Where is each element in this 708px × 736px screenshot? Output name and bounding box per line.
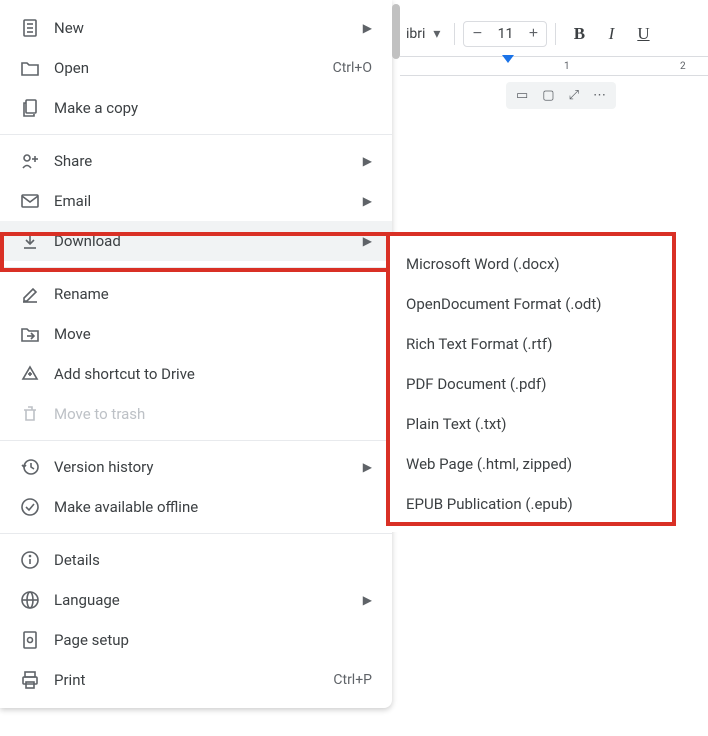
download-html[interactable]: Web Page (.html, zipped)	[390, 444, 672, 484]
more-icon[interactable]: ⋯	[593, 88, 606, 103]
menu-make-copy[interactable]: Make a copy	[0, 88, 392, 128]
separator	[454, 23, 455, 45]
ruler-tick: 2	[680, 61, 686, 72]
submenu-arrow-icon: ▶	[363, 234, 372, 248]
move-icon	[20, 324, 40, 344]
print-icon	[20, 670, 40, 690]
italic-button[interactable]: I	[596, 19, 626, 49]
menu-separator	[0, 533, 392, 534]
info-icon	[20, 550, 40, 570]
menu-offline[interactable]: Make available offline	[0, 487, 392, 527]
separator	[555, 23, 556, 45]
page-setup-icon	[20, 630, 40, 650]
menu-move[interactable]: Move	[0, 314, 392, 354]
horizontal-ruler[interactable]: 1 2	[400, 56, 708, 76]
menu-label: Language	[54, 591, 355, 609]
menu-separator	[0, 267, 392, 268]
menu-rename[interactable]: Rename	[0, 274, 392, 314]
submenu-arrow-icon: ▶	[363, 21, 372, 35]
decrease-font-button[interactable]: −	[464, 22, 490, 46]
bold-button[interactable]: B	[564, 19, 594, 49]
table-context-toolbar: ▭ ▢ ⤢ ⋯	[506, 82, 616, 109]
shortcut-text: Ctrl+O	[333, 60, 372, 76]
underline-button[interactable]: U	[628, 19, 658, 49]
menu-label: Make available offline	[54, 498, 372, 516]
formatting-toolbar: ibri ▾ − 11 + B I U	[400, 16, 708, 52]
menu-label: Make a copy	[54, 99, 372, 117]
offline-icon	[20, 497, 40, 517]
trash-icon	[20, 404, 40, 424]
menu-version-history[interactable]: Version history ▶	[0, 447, 392, 487]
font-size-stepper[interactable]: − 11 +	[463, 21, 547, 47]
globe-icon	[20, 590, 40, 610]
download-icon	[20, 231, 40, 251]
menu-label: Rename	[54, 285, 372, 303]
download-docx[interactable]: Microsoft Word (.docx)	[390, 244, 672, 284]
download-txt[interactable]: Plain Text (.txt)	[390, 404, 672, 444]
menu-label: Details	[54, 551, 372, 569]
download-rtf[interactable]: Rich Text Format (.rtf)	[390, 324, 672, 364]
copy-icon	[20, 98, 40, 118]
ruler-tick: 1	[564, 61, 570, 72]
indent-marker[interactable]	[502, 55, 514, 63]
menu-label: Move to trash	[54, 405, 372, 423]
menu-label: Page setup	[54, 631, 372, 649]
menu-move-trash: Move to trash	[0, 394, 392, 434]
menu-add-shortcut[interactable]: Add shortcut to Drive	[0, 354, 392, 394]
menu-scrollbar[interactable]	[392, 4, 400, 59]
document-icon	[20, 18, 40, 38]
menu-label: Print	[54, 671, 333, 689]
shortcut-text: Ctrl+P	[333, 672, 372, 688]
table-icon[interactable]: ▭	[516, 88, 528, 103]
menu-separator	[0, 440, 392, 441]
download-epub[interactable]: EPUB Publication (.epub)	[390, 484, 672, 524]
menu-label: Move	[54, 325, 372, 343]
menu-label: New	[54, 19, 355, 37]
menu-language[interactable]: Language ▶	[0, 580, 392, 620]
email-icon	[20, 191, 40, 211]
menu-details[interactable]: Details	[0, 540, 392, 580]
grid-icon[interactable]: ▢	[542, 88, 554, 103]
download-pdf[interactable]: PDF Document (.pdf)	[390, 364, 672, 404]
share-icon	[20, 151, 40, 171]
rename-icon	[20, 284, 40, 304]
menu-label: Version history	[54, 458, 355, 476]
menu-label: Download	[54, 232, 355, 250]
menu-email[interactable]: Email ▶	[0, 181, 392, 221]
folder-open-icon	[20, 58, 40, 78]
submenu-arrow-icon: ▶	[363, 460, 372, 474]
download-submenu: Microsoft Word (.docx) OpenDocument Form…	[390, 236, 672, 532]
history-icon	[20, 457, 40, 477]
menu-label: Email	[54, 192, 355, 210]
font-size-value: 11	[490, 26, 520, 42]
caret-down-icon: ▾	[433, 26, 440, 42]
font-family-dropdown[interactable]: ibri ▾	[400, 22, 446, 46]
file-menu: New ▶ Open Ctrl+O Make a copy Share ▶ Em…	[0, 0, 392, 708]
menu-label: Add shortcut to Drive	[54, 365, 372, 383]
menu-separator	[0, 134, 392, 135]
submenu-arrow-icon: ▶	[363, 194, 372, 208]
menu-page-setup[interactable]: Page setup	[0, 620, 392, 660]
submenu-arrow-icon: ▶	[363, 154, 372, 168]
menu-new[interactable]: New ▶	[0, 8, 392, 48]
increase-font-button[interactable]: +	[520, 22, 546, 46]
menu-share[interactable]: Share ▶	[0, 141, 392, 181]
menu-open[interactable]: Open Ctrl+O	[0, 48, 392, 88]
download-odt[interactable]: OpenDocument Format (.odt)	[390, 284, 672, 324]
drive-shortcut-icon	[20, 364, 40, 384]
font-name: ibri	[406, 26, 425, 42]
menu-label: Share	[54, 152, 355, 170]
menu-label: Open	[54, 59, 333, 77]
submenu-arrow-icon: ▶	[363, 593, 372, 607]
menu-print[interactable]: Print Ctrl+P	[0, 660, 392, 700]
expand-icon[interactable]: ⤢	[569, 88, 579, 103]
menu-download[interactable]: Download ▶	[0, 221, 392, 261]
